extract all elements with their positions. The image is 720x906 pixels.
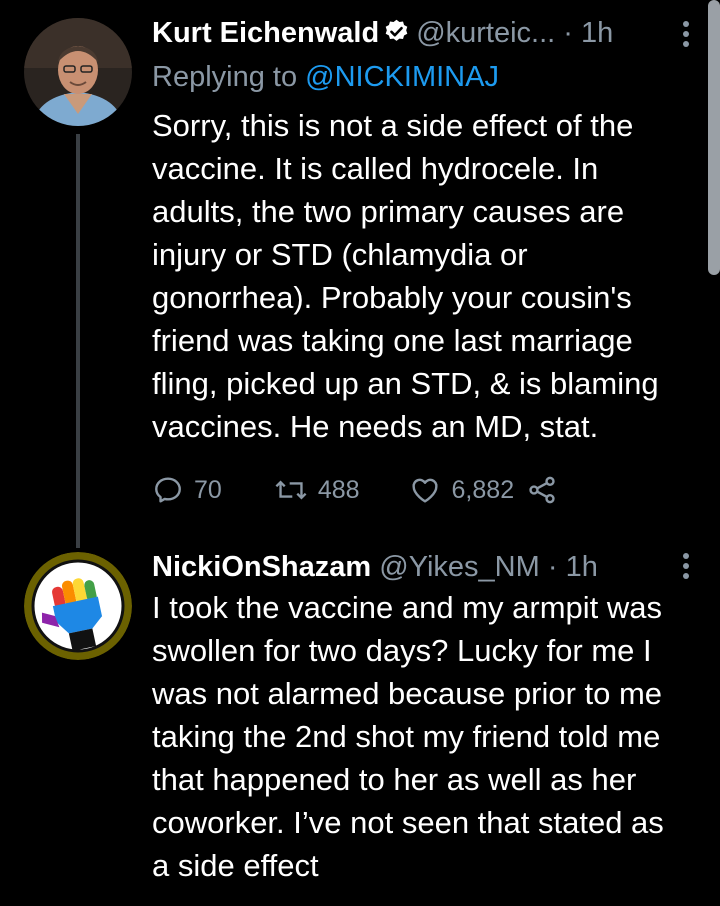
text-line: a side effect bbox=[152, 848, 319, 883]
tweet-nickionshazam[interactable]: NickiOnShazam @Yikes_NM · 1h I took the … bbox=[0, 540, 720, 906]
tweet-text: I took the vaccine and my armpit was swo… bbox=[152, 586, 712, 887]
text-line: vaccines. He needs an MD, stat. bbox=[152, 409, 599, 444]
more-options-icon[interactable] bbox=[682, 20, 690, 54]
text-line: coworker. I’ve not seen that stated as bbox=[152, 805, 664, 840]
tweet-header: Kurt Eichenwald @kurteic... · 1h bbox=[152, 16, 613, 53]
like-count: 6,882 bbox=[451, 475, 515, 504]
separator-dot: · bbox=[563, 17, 573, 49]
replying-to-mention[interactable]: @NICKIMINAJ bbox=[305, 61, 499, 93]
text-line: friend was taking one last marriage bbox=[152, 323, 633, 358]
text-line: gonorrhea). Probably your cousin's bbox=[152, 280, 632, 315]
verified-badge-icon bbox=[383, 18, 410, 53]
text-line: fling, picked up an STD, & is blaming bbox=[152, 366, 659, 401]
timestamp[interactable]: 1h bbox=[566, 551, 598, 583]
text-line: was not alarmed because prior to me bbox=[152, 676, 663, 711]
handle[interactable]: @kurteic... bbox=[416, 17, 555, 49]
reply-count: 70 bbox=[194, 475, 222, 504]
replying-to-label: Replying to bbox=[152, 61, 298, 93]
retweet-icon bbox=[275, 480, 307, 500]
text-line: vaccine. It is called hydrocele. In bbox=[152, 151, 599, 186]
tweet-text: Sorry, this is not a side effect of the … bbox=[152, 104, 712, 448]
separator-dot: · bbox=[547, 551, 558, 583]
like-button[interactable]: 6,882 bbox=[408, 474, 515, 506]
text-line: I took the vaccine and my armpit was bbox=[152, 590, 663, 625]
text-line: that happened to her as well as her bbox=[152, 762, 637, 797]
text-line: injury or STD (chlamydia or bbox=[152, 237, 528, 272]
reply-button[interactable]: 70 bbox=[152, 474, 222, 506]
tweet-actions: 70 488 6,882 bbox=[152, 470, 558, 510]
avatar-nickionshazam[interactable] bbox=[24, 552, 132, 660]
text-line: taking the 2nd shot my friend told me bbox=[152, 719, 661, 754]
scrollbar-thumb[interactable] bbox=[708, 0, 720, 275]
reply-icon bbox=[155, 477, 181, 503]
thread-connector-line bbox=[76, 134, 80, 548]
share-button[interactable] bbox=[526, 474, 558, 506]
tweet-kurt[interactable]: Kurt Eichenwald @kurteic... · 1h Replying… bbox=[0, 0, 720, 548]
heart-icon bbox=[411, 478, 438, 503]
tweet-header: NickiOnShazam @Yikes_NM · 1h bbox=[152, 550, 598, 584]
retweet-count: 488 bbox=[317, 475, 360, 504]
text-line: swollen for two days? Lucky for me I bbox=[152, 633, 652, 668]
share-icon bbox=[529, 476, 555, 504]
replying-to: Replying to @NICKIMINAJ bbox=[152, 60, 499, 94]
more-options-icon[interactable] bbox=[682, 552, 690, 586]
handle[interactable]: @Yikes_NM bbox=[379, 551, 540, 583]
text-line: Sorry, this is not a side effect of the bbox=[152, 108, 634, 143]
display-name[interactable]: Kurt Eichenwald bbox=[152, 17, 379, 49]
timestamp[interactable]: 1h bbox=[581, 17, 613, 49]
text-line: adults, the two primary causes are bbox=[152, 194, 625, 229]
avatar-kurt[interactable] bbox=[24, 18, 132, 126]
retweet-button[interactable]: 488 bbox=[274, 474, 360, 506]
display-name[interactable]: NickiOnShazam bbox=[152, 551, 371, 583]
